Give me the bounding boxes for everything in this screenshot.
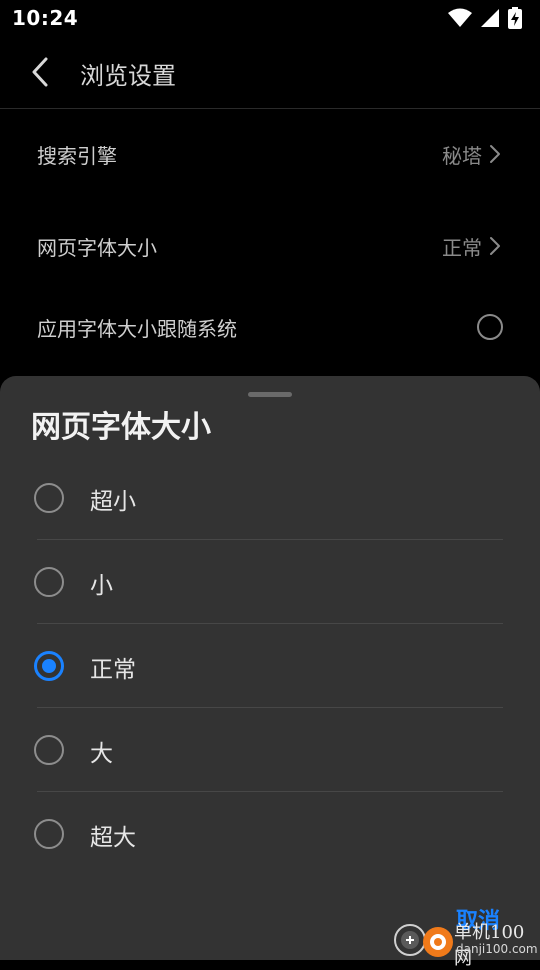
radio-button[interactable] <box>34 819 64 849</box>
font-option-extra-small[interactable]: 超小 <box>0 456 540 540</box>
back-button[interactable] <box>22 54 58 90</box>
font-option-extra-large[interactable]: 超大 <box>0 792 540 876</box>
page-title: 浏览设置 <box>80 62 176 90</box>
option-label: 小 <box>90 573 113 599</box>
battery-icon <box>508 7 522 29</box>
sheet-title: 网页字体大小 <box>31 410 211 445</box>
radio-button[interactable] <box>34 735 64 765</box>
font-option-large[interactable]: 大 <box>0 708 540 792</box>
radio-button[interactable] <box>34 483 64 513</box>
header: 浏览设置 <box>0 36 540 109</box>
setting-search-engine[interactable]: 搜索引擎 秘塔 <box>0 124 540 184</box>
wifi-icon <box>448 8 472 27</box>
option-label: 超小 <box>90 489 136 515</box>
back-arrow-icon <box>32 57 48 87</box>
watermark: 单机100网 danji100.com <box>392 916 540 969</box>
chevron-right-icon <box>490 145 500 163</box>
follow-system-toggle[interactable] <box>477 314 503 340</box>
option-label: 大 <box>90 741 113 767</box>
font-size-bottom-sheet: 网页字体大小 超小 小 正常 大 超大 取消 <box>0 376 540 960</box>
setting-value: 秘塔 <box>442 144 482 168</box>
setting-app-font-follow-system[interactable]: 应用字体大小跟随系统 <box>0 297 540 357</box>
watermark-logo-icon <box>394 924 453 957</box>
setting-value: 正常 <box>442 236 482 260</box>
sheet-drag-handle[interactable] <box>248 392 292 397</box>
setting-label: 网页字体大小 <box>37 236 157 260</box>
font-option-normal[interactable]: 正常 <box>0 624 540 708</box>
setting-web-font-size[interactable]: 网页字体大小 正常 <box>0 216 540 276</box>
setting-label: 搜索引擎 <box>37 144 117 168</box>
signal-icon <box>481 9 499 27</box>
radio-button[interactable] <box>34 567 64 597</box>
radio-button-selected[interactable] <box>34 651 64 681</box>
font-option-small[interactable]: 小 <box>0 540 540 624</box>
option-label: 超大 <box>90 825 136 851</box>
status-time: 10:24 <box>12 6 79 30</box>
status-bar: 10:24 <box>0 0 540 36</box>
status-icons <box>448 6 522 30</box>
chevron-right-icon <box>490 237 500 255</box>
watermark-domain: danji100.com <box>456 942 538 956</box>
option-label: 正常 <box>90 657 136 683</box>
setting-label: 应用字体大小跟随系统 <box>37 317 237 341</box>
